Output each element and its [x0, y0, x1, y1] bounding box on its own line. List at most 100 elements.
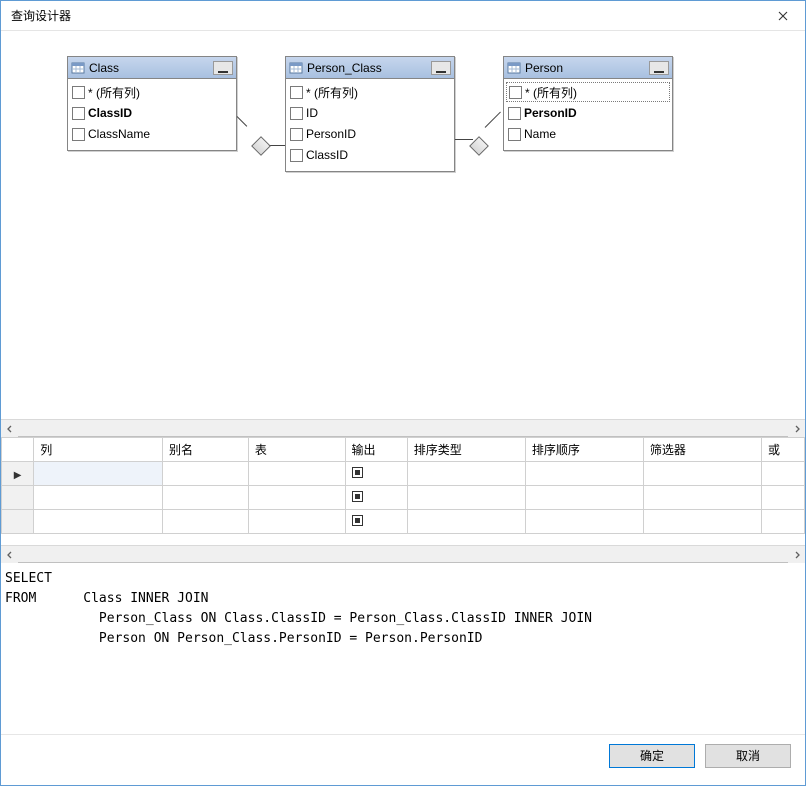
row-header[interactable] — [2, 510, 34, 534]
column-label: ID — [306, 106, 318, 120]
column-row[interactable]: ClassID — [72, 103, 232, 123]
minimize-button[interactable] — [213, 61, 233, 75]
diagram-hscrollbar[interactable] — [1, 419, 805, 436]
grid-cell[interactable] — [163, 462, 249, 486]
column-label: ClassID — [306, 148, 348, 162]
column-row[interactable]: * (所有列) — [290, 82, 450, 102]
grid-cell[interactable] — [407, 486, 525, 510]
table-box-person_class[interactable]: Person_Class * (所有列) ID PersonID ClassID — [285, 56, 455, 172]
column-row[interactable]: Name — [508, 124, 668, 144]
grid-cell[interactable] — [525, 462, 643, 486]
column-label: * (所有列) — [88, 84, 140, 101]
column-checkbox[interactable] — [72, 86, 85, 99]
column-row[interactable]: ClassName — [72, 124, 232, 144]
column-row[interactable]: ID — [290, 103, 450, 123]
grid-header[interactable]: 别名 — [163, 438, 249, 462]
column-label: ClassName — [88, 127, 150, 141]
grid-cell[interactable] — [643, 486, 761, 510]
column-checkbox[interactable] — [509, 86, 522, 99]
column-label: * (所有列) — [525, 84, 577, 101]
grid-cell[interactable] — [643, 510, 761, 534]
scroll-left-icon[interactable] — [1, 420, 18, 437]
table-icon — [289, 61, 303, 75]
close-button[interactable] — [760, 1, 805, 31]
scroll-right-icon[interactable] — [788, 420, 805, 437]
button-bar: 确定 取消 — [1, 734, 805, 776]
join-line — [485, 112, 501, 128]
grid-cell[interactable] — [407, 462, 525, 486]
grid-header[interactable]: 或 — [761, 438, 804, 462]
column-checkbox[interactable] — [72, 128, 85, 141]
row-header[interactable] — [2, 486, 34, 510]
grid-header[interactable]: 筛选器 — [643, 438, 761, 462]
table-header[interactable]: Class — [68, 57, 236, 79]
join-line — [455, 139, 473, 140]
grid-header[interactable]: 排序顺序 — [525, 438, 643, 462]
column-row[interactable]: * (所有列) — [506, 82, 670, 102]
table-header[interactable]: Person — [504, 57, 672, 79]
grid-cell[interactable] — [761, 510, 804, 534]
column-checkbox[interactable] — [508, 107, 521, 120]
grid-hscrollbar[interactable] — [1, 545, 805, 562]
grid-cell[interactable] — [163, 510, 249, 534]
output-checkbox-icon[interactable] — [352, 515, 363, 526]
ok-button[interactable]: 确定 — [609, 744, 695, 768]
column-row[interactable]: * (所有列) — [72, 82, 232, 102]
grid-header[interactable]: 列 — [34, 438, 163, 462]
table-title: Person_Class — [307, 61, 427, 75]
column-row[interactable]: PersonID — [290, 124, 450, 144]
grid-corner — [2, 438, 34, 462]
table-box-person[interactable]: Person * (所有列) PersonIDName — [503, 56, 673, 151]
grid-header[interactable]: 输出 — [345, 438, 407, 462]
grid-cell[interactable] — [163, 486, 249, 510]
column-checkbox[interactable] — [290, 128, 303, 141]
table-title: Class — [89, 61, 209, 75]
grid-cell[interactable] — [34, 486, 163, 510]
join-diamond-icon[interactable] — [251, 136, 271, 156]
grid-cell[interactable] — [407, 510, 525, 534]
minimize-button[interactable] — [649, 61, 669, 75]
table-box-class[interactable]: Class * (所有列) ClassID ClassName — [67, 56, 237, 151]
column-checkbox[interactable] — [508, 128, 521, 141]
table-body: * (所有列) ID PersonID ClassID — [286, 79, 454, 171]
grid-cell[interactable] — [761, 462, 804, 486]
grid-header[interactable]: 表 — [248, 438, 345, 462]
grid-cell[interactable] — [248, 486, 345, 510]
column-checkbox[interactable] — [290, 149, 303, 162]
table-icon — [71, 61, 85, 75]
criteria-grid[interactable]: 列别名表输出排序类型排序顺序筛选器或 ▶ — [1, 437, 805, 534]
grid-cell[interactable] — [525, 486, 643, 510]
table-header[interactable]: Person_Class — [286, 57, 454, 79]
grid-cell[interactable] — [643, 462, 761, 486]
diagram-pane[interactable]: Class * (所有列) ClassID ClassName Person_Class… — [1, 31, 805, 419]
titlebar[interactable]: 查询设计器 — [1, 1, 805, 31]
grid-cell[interactable] — [34, 510, 163, 534]
grid-cell[interactable] — [761, 486, 804, 510]
sql-pane[interactable]: SELECT FROM Class INNER JOIN Person_Clas… — [1, 562, 805, 734]
window: 查询设计器 Class * (所有列) ClassID ClassName Person… — [0, 0, 806, 786]
grid-cell[interactable] — [248, 510, 345, 534]
grid-header[interactable]: 排序类型 — [407, 438, 525, 462]
minimize-button[interactable] — [431, 61, 451, 75]
scroll-left-icon[interactable] — [1, 546, 18, 563]
row-header[interactable]: ▶ — [2, 462, 34, 486]
column-label: ClassID — [88, 106, 132, 120]
table-body: * (所有列) ClassID ClassName — [68, 79, 236, 150]
scroll-track[interactable] — [18, 546, 788, 562]
column-row[interactable]: ClassID — [290, 145, 450, 165]
cancel-button[interactable]: 取消 — [705, 744, 791, 768]
column-checkbox[interactable] — [290, 86, 303, 99]
column-checkbox[interactable] — [72, 107, 85, 120]
output-checkbox-icon[interactable] — [352, 467, 363, 478]
output-checkbox-icon[interactable] — [352, 491, 363, 502]
scroll-track[interactable] — [18, 420, 788, 436]
column-row[interactable]: PersonID — [508, 103, 668, 123]
grid-cell[interactable] — [34, 462, 163, 486]
grid-cell[interactable] — [248, 462, 345, 486]
scroll-right-icon[interactable] — [788, 546, 805, 563]
column-checkbox[interactable] — [290, 107, 303, 120]
grid-cell[interactable] — [345, 510, 407, 534]
grid-cell[interactable] — [345, 486, 407, 510]
grid-cell[interactable] — [525, 510, 643, 534]
grid-cell[interactable] — [345, 462, 407, 486]
